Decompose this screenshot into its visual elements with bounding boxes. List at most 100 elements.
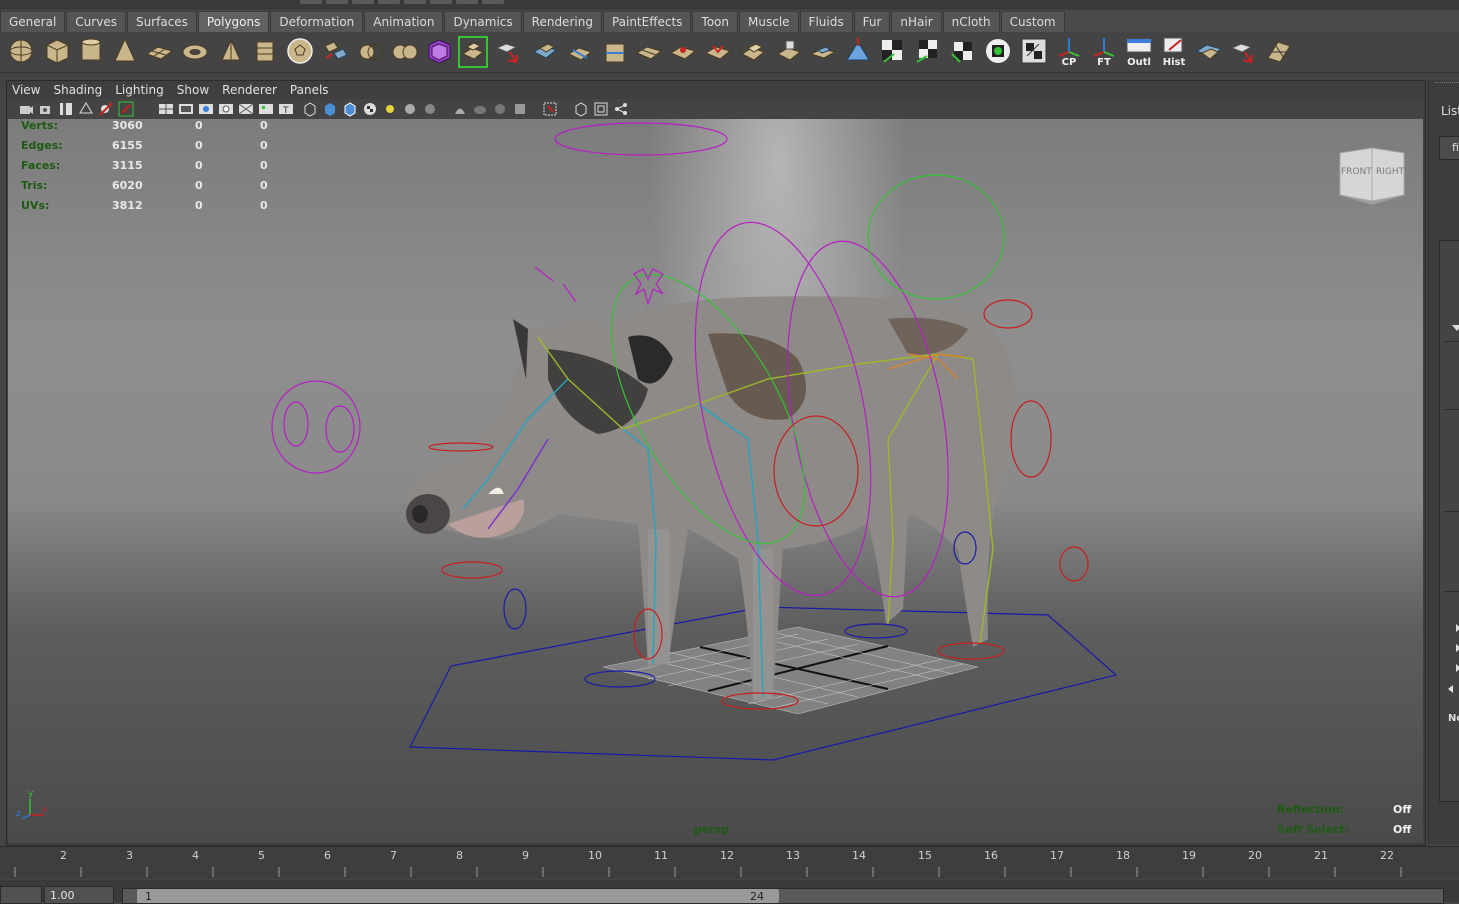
perspective-viewport[interactable]: Verts: 3060 0 0 Edges: 6155 0 0 Faces: 3… — [8, 119, 1423, 843]
two-d-pan-zoom-icon[interactable] — [98, 101, 114, 117]
tab-dynamics[interactable]: Dynamics — [444, 11, 522, 32]
film-gate-icon[interactable] — [178, 101, 194, 117]
sculpt-icon[interactable] — [843, 36, 873, 68]
view-cube-right-face[interactable]: RIGHT — [1376, 167, 1404, 177]
view-cube-front-face[interactable]: FRONT — [1341, 167, 1372, 177]
menu-panels[interactable]: Panels — [290, 83, 329, 97]
offset-edge-loop-icon[interactable] — [634, 36, 664, 68]
high-quality-icon[interactable] — [422, 101, 438, 117]
tab-surfaces[interactable]: Surfaces — [126, 11, 197, 32]
poly-plane-icon[interactable] — [144, 36, 174, 68]
collapse-handle[interactable] — [300, 0, 322, 4]
view-cube[interactable]: FRONT RIGHT — [1334, 145, 1414, 207]
bookmarks-icon[interactable] — [58, 101, 74, 117]
menu-show[interactable]: Show — [177, 83, 209, 97]
range-start-field[interactable]: 1.00 — [44, 886, 114, 904]
wireframe-on-shaded-icon[interactable] — [342, 101, 358, 117]
tab-rendering[interactable]: Rendering — [522, 11, 602, 32]
grease-pencil-icon[interactable] — [118, 101, 134, 117]
wedge-icon[interactable] — [808, 36, 838, 68]
reduce-icon[interactable] — [1194, 36, 1224, 68]
outliner-list[interactable]: No — [1439, 240, 1459, 802]
textured-icon[interactable] — [362, 101, 378, 117]
isolate-view-icon[interactable] — [542, 101, 558, 117]
time-slider[interactable]: 2 3 4 5 6 7 8 9 10 11 12 13 14 15 16 17 … — [0, 846, 1459, 879]
multi-view-icon[interactable] — [593, 101, 609, 117]
collapse-handle[interactable] — [378, 0, 400, 4]
tab-fluids[interactable]: Fluids — [799, 11, 853, 32]
tab-curves[interactable]: Curves — [66, 11, 126, 32]
combine-icon[interactable] — [320, 36, 350, 68]
poly-cube-icon[interactable] — [42, 36, 72, 68]
tab-general[interactable]: General — [0, 11, 66, 32]
transfer-attributes-icon[interactable] — [1229, 36, 1259, 68]
extrude-icon[interactable] — [458, 36, 488, 68]
tab-ncloth[interactable]: nCloth — [942, 11, 1000, 32]
uv-sew-icon[interactable] — [948, 36, 978, 68]
poly-prism-icon[interactable] — [216, 36, 246, 68]
shadows-icon[interactable] — [402, 101, 418, 117]
image-plane-icon[interactable] — [78, 101, 94, 117]
separate-icon[interactable] — [356, 36, 386, 68]
uv-snapshot-icon[interactable] — [1019, 36, 1049, 68]
wireframe-icon[interactable] — [302, 101, 318, 117]
collapse-icon[interactable] — [703, 36, 733, 68]
tab-custom[interactable]: Custom — [1000, 11, 1065, 32]
tab-fur[interactable]: Fur — [853, 11, 891, 32]
menu-lighting[interactable]: Lighting — [115, 83, 164, 97]
safe-action-icon[interactable] — [258, 101, 274, 117]
center-pivot-button[interactable]: CP — [1054, 36, 1084, 68]
poke-icon[interactable] — [774, 36, 804, 68]
poly-soccer-ball-icon[interactable] — [285, 36, 315, 68]
append-polygon-icon[interactable] — [530, 36, 560, 68]
smooth-shade-icon[interactable] — [322, 101, 338, 117]
cube-view-icon[interactable] — [573, 101, 589, 117]
poly-pipe-icon[interactable] — [250, 36, 280, 68]
isolate-select-icon[interactable] — [512, 101, 528, 117]
xray-active-icon[interactable] — [492, 101, 508, 117]
field-chart-icon[interactable] — [238, 101, 254, 117]
collapse-handle[interactable] — [456, 0, 478, 4]
collapse-handle[interactable] — [352, 0, 374, 4]
tab-nhair[interactable]: nHair — [891, 11, 942, 32]
bevel-icon[interactable] — [738, 36, 768, 68]
delete-history-button[interactable]: Hist — [1159, 36, 1189, 68]
bridge-icon[interactable] — [494, 36, 524, 68]
range-slider-handle[interactable] — [137, 889, 779, 903]
right-panel-grip[interactable] — [1435, 82, 1459, 89]
collapse-handle[interactable] — [404, 0, 426, 4]
insert-edge-loop-icon[interactable] — [600, 36, 630, 68]
select-camera-icon[interactable] — [18, 101, 34, 117]
gate-mask-icon[interactable] — [218, 101, 234, 117]
tab-painteffects[interactable]: PaintEffects — [602, 11, 692, 32]
menu-renderer[interactable]: Renderer — [222, 83, 277, 97]
tab-muscle[interactable]: Muscle — [739, 11, 799, 32]
measure-icon[interactable] — [1264, 36, 1294, 68]
xray-joints-icon[interactable] — [472, 101, 488, 117]
collapse-handle[interactable] — [482, 0, 504, 4]
list-menu[interactable]: List — [1441, 104, 1459, 118]
tab-deformation[interactable]: Deformation — [270, 11, 364, 32]
xray-icon[interactable] — [452, 101, 468, 117]
outliner-button[interactable]: Outl — [1124, 36, 1154, 68]
safe-title-icon[interactable]: T — [278, 101, 294, 117]
share-icon[interactable] — [613, 101, 629, 117]
smooth-proxy-icon[interactable] — [424, 36, 454, 68]
split-polygon-icon[interactable] — [565, 36, 595, 68]
camera-attributes-icon[interactable] — [38, 101, 54, 117]
poly-cylinder-icon[interactable] — [76, 36, 106, 68]
extract-icon[interactable] — [390, 36, 420, 68]
merge-vertex-icon[interactable] — [668, 36, 698, 68]
collapse-handle[interactable] — [430, 0, 452, 4]
poly-torus-icon[interactable] — [180, 36, 210, 68]
menu-view[interactable]: View — [12, 83, 40, 97]
resolution-gate-icon[interactable] — [198, 101, 214, 117]
filter-field[interactable]: fil — [1439, 136, 1459, 160]
collapse-arrow-icon[interactable] — [1452, 325, 1459, 331]
uv-texture-editor-icon[interactable] — [983, 36, 1013, 68]
poly-cone-icon[interactable] — [110, 36, 140, 68]
tab-polygons[interactable]: Polygons — [197, 11, 270, 32]
collapse-handle[interactable] — [326, 0, 348, 4]
poly-sphere-icon[interactable] — [6, 36, 36, 68]
tab-animation[interactable]: Animation — [364, 11, 444, 32]
